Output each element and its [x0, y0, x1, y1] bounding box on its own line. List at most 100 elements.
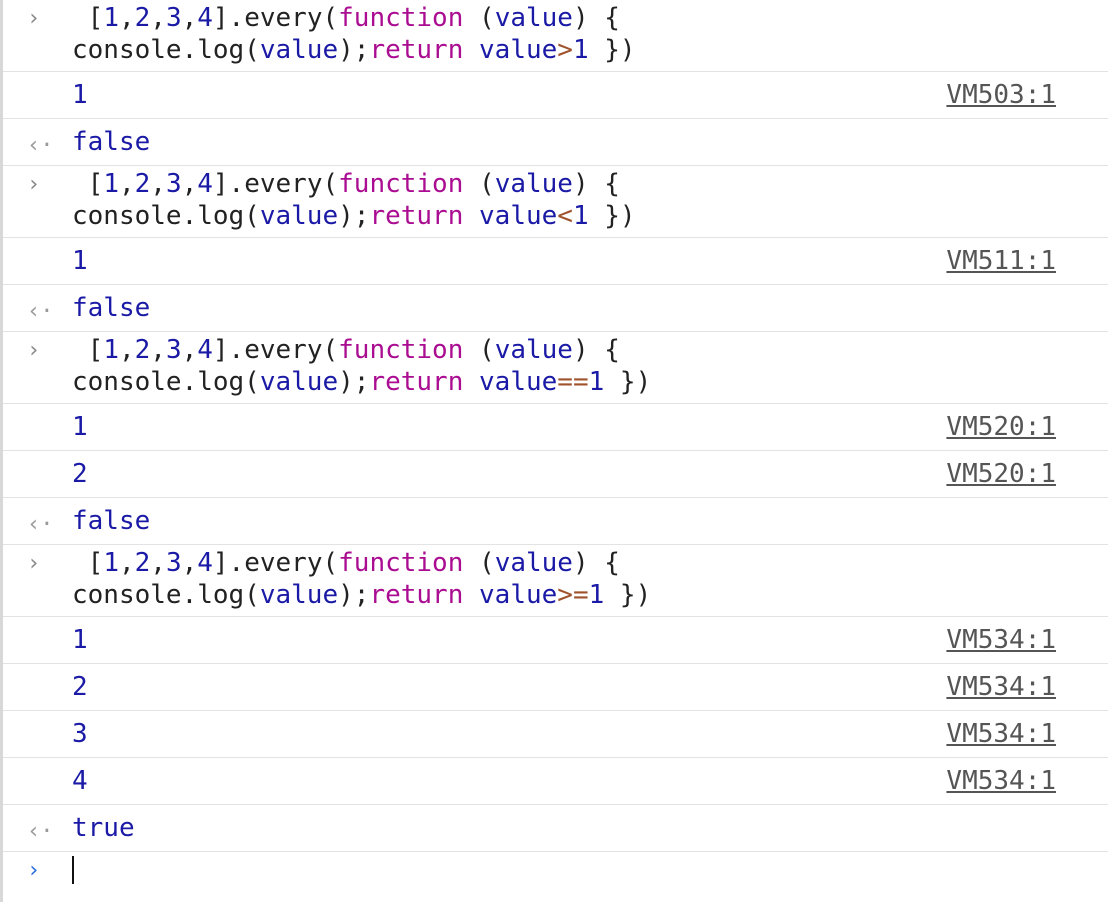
console-result-entry: ‹· false: [3, 285, 1108, 332]
code-token: ) {: [572, 335, 620, 365]
code-token: >: [557, 35, 573, 65]
code-token: ].every(: [212, 335, 339, 365]
console-result-entry: ‹· true: [3, 805, 1108, 852]
code-token: );: [338, 35, 370, 65]
source-link[interactable]: VM534:1: [946, 719, 1056, 749]
source-link[interactable]: VM520:1: [946, 412, 1056, 442]
source-link[interactable]: VM503:1: [946, 80, 1056, 110]
console-log-entry: 2 VM520:1: [3, 451, 1108, 498]
code-token: 3: [165, 548, 182, 578]
code-token: ) {: [572, 3, 620, 33]
input-code[interactable]: [1,2,3,4].every(function (value) {consol…: [72, 334, 651, 398]
input-code[interactable]: [1,2,3,4].every(function (value) {consol…: [72, 547, 651, 611]
code-token: 2: [134, 335, 151, 365]
console-log-entry: 2 VM534:1: [3, 664, 1108, 711]
code-token: value: [494, 169, 573, 199]
code-token: 1: [588, 580, 605, 610]
code-token: 2: [134, 3, 151, 33]
log-value: 1: [72, 80, 88, 110]
code-token: function: [338, 3, 464, 33]
console-log-entry: 1 VM520:1: [3, 404, 1108, 451]
source-link[interactable]: VM511:1: [946, 246, 1056, 276]
code-token: console.log(: [72, 580, 260, 610]
code-token: value: [259, 367, 339, 397]
console-log-entry: 1 VM511:1: [3, 238, 1108, 285]
source-link[interactable]: VM520:1: [946, 459, 1056, 489]
code-token: [: [72, 169, 104, 199]
arrow-left-return-icon: ‹·: [27, 512, 54, 537]
code-token: ) {: [572, 169, 620, 199]
code-token: value: [479, 201, 558, 231]
code-token: value: [494, 3, 573, 33]
code-token: return: [369, 580, 464, 610]
code-token: ,: [150, 169, 166, 199]
code-token: }): [604, 367, 652, 397]
code-token: value: [479, 580, 558, 610]
source-link[interactable]: VM534:1: [946, 625, 1056, 655]
code-token: value: [259, 580, 339, 610]
console-input-entry: › [1,2,3,4].every(function (value) {cons…: [3, 166, 1108, 238]
code-token: 4: [197, 3, 213, 33]
console-input-entry: › [1,2,3,4].every(function (value) {cons…: [3, 545, 1108, 617]
code-token: [: [72, 548, 104, 578]
code-token: ,: [118, 169, 135, 199]
code-token: ) {: [572, 548, 620, 578]
code-token: }): [588, 201, 636, 231]
devtools-console: › [1,2,3,4].every(function (value) {cons…: [0, 0, 1108, 902]
code-token: ,: [118, 548, 135, 578]
text-caret: [72, 856, 74, 884]
code-token: function: [338, 548, 464, 578]
code-line: [1,2,3,4].every(function (value) {: [72, 547, 651, 579]
code-token: value: [479, 35, 558, 65]
console-log-entry: 1 VM534:1: [3, 617, 1108, 664]
chevron-right-icon: ›: [27, 6, 41, 31]
code-token: 1: [572, 35, 589, 65]
console-log-entry: 3 VM534:1: [3, 711, 1108, 758]
code-token: console.log(: [72, 367, 260, 397]
code-line: [1,2,3,4].every(function (value) {: [72, 334, 651, 366]
code-token: console.log(: [72, 201, 260, 231]
code-token: 1: [572, 201, 589, 231]
code-token: ,: [181, 169, 198, 199]
code-token: ,: [118, 3, 135, 33]
code-token: value: [479, 367, 558, 397]
code-token: ,: [181, 548, 198, 578]
console-log-entry: 4 VM534:1: [3, 758, 1108, 805]
chevron-right-icon: ›: [27, 858, 41, 883]
code-token: 1: [103, 3, 119, 33]
result-value: false: [72, 293, 151, 323]
console-input-entry: › [1,2,3,4].every(function (value) {cons…: [3, 0, 1108, 72]
code-token: return: [369, 35, 464, 65]
code-token: ,: [118, 335, 135, 365]
code-line: console.log(value);return value>1 }): [72, 34, 636, 66]
console-prompt[interactable]: ›: [3, 852, 1108, 892]
code-token: function: [338, 335, 464, 365]
code-token: function: [338, 169, 464, 199]
code-token: 2: [134, 548, 151, 578]
code-token: (: [463, 3, 495, 33]
code-token: value: [494, 335, 573, 365]
result-value: true: [72, 813, 135, 843]
input-code[interactable]: [1,2,3,4].every(function (value) {consol…: [72, 168, 636, 232]
code-token: [: [72, 3, 104, 33]
code-token: );: [338, 580, 370, 610]
code-token: ==: [557, 367, 589, 397]
code-token: ].every(: [212, 3, 339, 33]
log-value: 1: [72, 246, 88, 276]
result-value: false: [72, 506, 151, 536]
arrow-left-return-icon: ‹·: [27, 819, 54, 844]
result-value: false: [72, 127, 151, 157]
code-token: ].every(: [212, 169, 339, 199]
code-token: ,: [150, 335, 166, 365]
log-value: 2: [72, 672, 88, 702]
source-link[interactable]: VM534:1: [946, 766, 1056, 796]
log-value: 3: [72, 719, 88, 749]
source-link[interactable]: VM534:1: [946, 672, 1056, 702]
code-line: [1,2,3,4].every(function (value) {: [72, 2, 636, 34]
input-code[interactable]: [1,2,3,4].every(function (value) {consol…: [72, 2, 636, 66]
code-token: (: [463, 169, 495, 199]
code-token: 4: [197, 548, 213, 578]
code-token: ].every(: [212, 548, 339, 578]
